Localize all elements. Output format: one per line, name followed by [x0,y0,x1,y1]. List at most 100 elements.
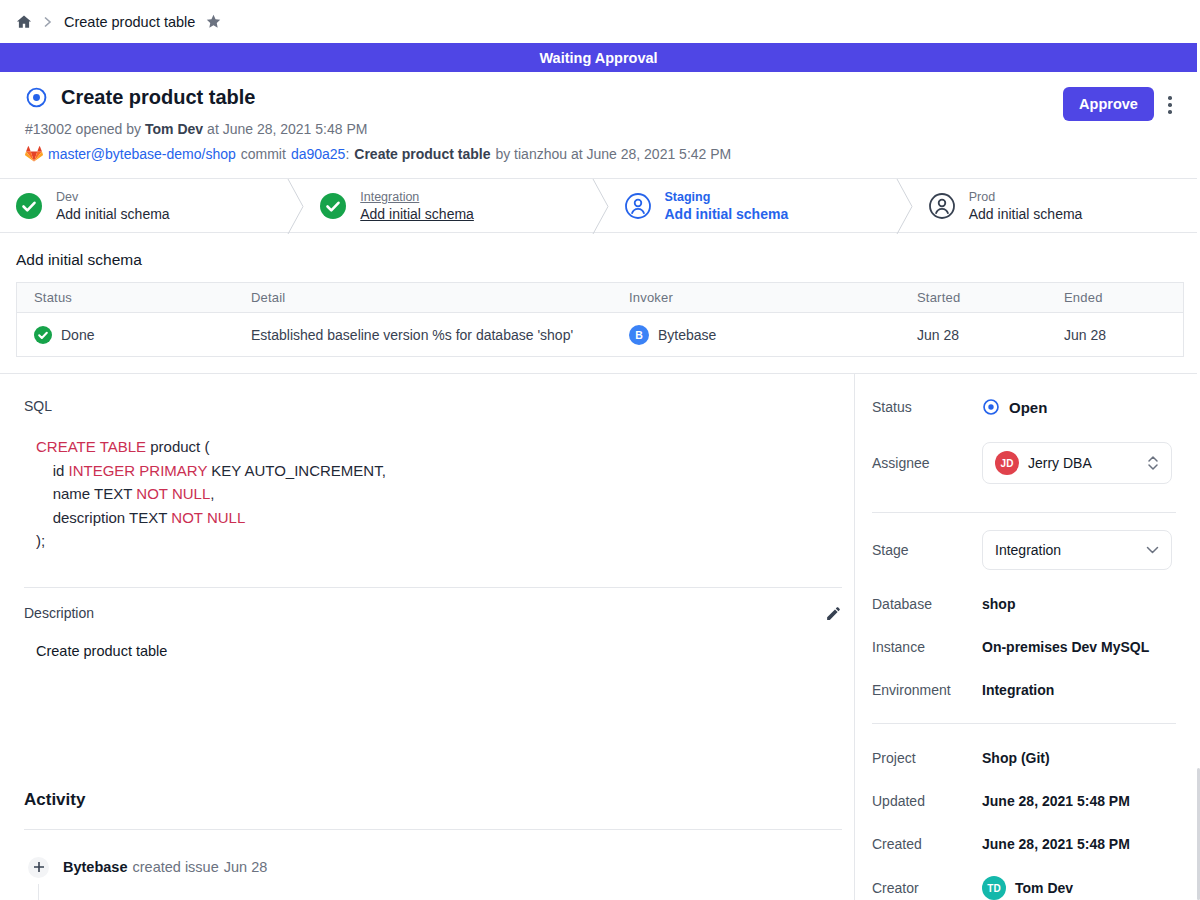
commit-word: commit [241,146,286,162]
pipeline: DevAdd initial schema IntegrationAdd ini… [0,178,1200,233]
issue-detail-panel: SQL CREATE TABLE product ( id INTEGER PR… [0,374,855,900]
table-row[interactable]: Done Established baseline version %s for… [17,313,1183,356]
environment-label: Environment [872,682,982,698]
updated-label: Updated [872,793,982,809]
issue-open-icon [25,86,48,109]
created-value: June 28, 2021 5:48 PM [982,836,1130,852]
person-circle-icon [929,193,955,219]
approve-button[interactable]: Approve [1063,87,1154,121]
commit-message: Create product table [354,146,490,162]
sidebar-environment-row: Environment Integration [872,681,1176,699]
assignee-avatar: JD [995,451,1019,475]
stage-env: Integration [360,190,474,204]
divider [872,512,1176,513]
sidebar-status-row: Status Open [872,398,1176,416]
assignee-value: Jerry DBA [1028,455,1138,471]
pipeline-stage-staging[interactable]: Staging Add initial schema [609,179,896,232]
pipeline-stage-integration[interactable]: IntegrationAdd initial schema [304,179,591,232]
task-invoker: Bytebase [658,327,716,343]
status-label: Status [872,399,982,415]
sql-code[interactable]: CREATE TABLE product ( id INTEGER PRIMAR… [36,435,842,553]
plus-icon [28,857,49,878]
task-started: Jun 28 [917,327,959,343]
instance-value[interactable]: On-premises Dev MySQL [982,639,1149,655]
issue-id: #13002 opened by [25,121,141,137]
pipeline-stage-prod[interactable]: Prod Add initial schema [913,179,1200,232]
star-icon[interactable] [205,13,222,30]
task-table-header: Status Detail Invoker Started Ended [17,283,1183,313]
database-value[interactable]: shop [982,596,1015,612]
stage-label: Stage [872,542,982,558]
stage-task: Add initial schema [665,206,789,222]
stage-env: Prod [969,190,1083,204]
breadcrumb-title[interactable]: Create product table [64,14,195,30]
instance-label: Instance [872,639,982,655]
gitlab-icon [25,145,43,162]
task-table: Status Detail Invoker Started Ended Done… [16,282,1184,357]
breadcrumb: Create product table [0,0,1200,43]
waiting-approval-banner: Waiting Approval [0,43,1197,72]
activity-title: Activity [24,790,842,810]
stage-separator [592,179,609,234]
stage-select[interactable]: Integration [982,530,1172,570]
task-status: Done [61,327,94,343]
check-circle-icon [16,193,42,219]
check-circle-icon [34,326,52,344]
creator-value: Tom Dev [1015,880,1073,896]
assignee-select[interactable]: JD Jerry DBA [982,442,1172,484]
sidebar-instance-row: Instance On-premises Dev MySQL [872,638,1176,656]
project-value[interactable]: Shop (Git) [982,750,1050,766]
commit-branch-link[interactable]: master@bytebase-demo/shop [48,146,236,162]
activity-date: Jun 28 [224,859,268,875]
database-label: Database [872,596,982,612]
commit-line: master@bytebase-demo/shop commit da90a25… [25,145,1176,162]
sidebar-stage-row: Stage Integration [872,530,1176,570]
sidebar-creator-row: Creator TD Tom Dev [872,876,1176,900]
creator-label: Creator [872,880,982,896]
status-value: Open [1009,399,1047,416]
creator-avatar: TD [982,876,1006,900]
invoker-avatar: B [629,325,649,345]
stage-task: Add initial schema [969,206,1083,222]
description-label: Description [24,605,94,621]
assignee-label: Assignee [872,455,982,471]
check-circle-icon [320,193,346,219]
issue-author: Tom Dev [145,121,203,137]
created-label: Created [872,836,982,852]
divider [24,829,842,830]
project-label: Project [872,750,982,766]
issue-meta: #13002 opened by Tom Dev at June 28, 202… [25,121,1176,137]
task-detail: Established baseline version %s for data… [251,327,573,343]
stage-separator [896,179,913,234]
updown-icon [1147,455,1159,471]
pipeline-stage-dev[interactable]: DevAdd initial schema [0,179,287,232]
stage-value: Integration [995,542,1137,558]
task-section-title: Add initial schema [16,251,1184,269]
stage-separator [287,179,304,234]
divider [24,587,842,588]
task-ended: Jun 28 [1064,327,1106,343]
chevron-down-icon [1146,546,1159,554]
chevron-right-icon [43,16,52,28]
environment-value[interactable]: Integration [982,682,1054,698]
commit-suffix: by tianzhou at June 28, 2021 5:42 PM [495,146,731,162]
activity-action: created issue [132,859,218,875]
sidebar-database-row: Database shop [872,595,1176,613]
home-icon[interactable] [15,13,33,31]
commit-hash-link[interactable]: da90a25 [291,146,346,162]
edit-pencil-icon[interactable] [825,605,842,622]
timeline-connector [38,884,39,900]
updated-value: June 28, 2021 5:48 PM [982,793,1130,809]
issue-sidebar: Status Open Assignee JD Jerry DBA Stage … [855,374,1200,900]
issue-date: at June 28, 2021 5:48 PM [207,121,367,137]
sidebar-assignee-row: Assignee JD Jerry DBA [872,442,1176,484]
sidebar-updated-row: Updated June 28, 2021 5:48 PM [872,792,1176,810]
sql-label: SQL [24,398,842,414]
stage-env: Staging [665,190,789,204]
activity-actor: Bytebase [63,859,127,875]
sidebar-project-row: Project Shop (Git) [872,749,1176,767]
kebab-menu-icon[interactable] [1161,93,1179,117]
page-title: Create product table [61,86,255,109]
activity-item: Bytebase created issue Jun 28 [24,857,842,878]
description-content[interactable]: Create product table [36,643,842,659]
